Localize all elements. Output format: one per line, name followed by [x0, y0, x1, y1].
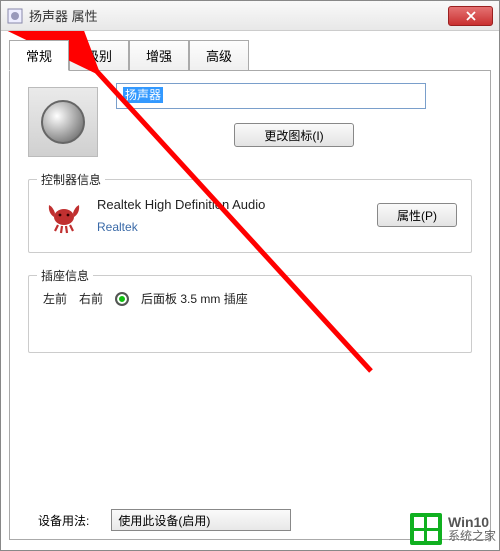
jack-right-front-label: 右前 — [79, 290, 103, 307]
device-usage-select[interactable]: 使用此设备(启用) — [111, 509, 291, 531]
change-icon-button[interactable]: 更改图标(I) — [234, 123, 354, 147]
device-icon — [28, 87, 98, 157]
device-name-text: 扬声器 — [123, 87, 163, 103]
jack-legend: 插座信息 — [37, 267, 93, 284]
jack-info-group: 插座信息 左前 右前 后面板 3.5 mm 插座 — [28, 275, 472, 353]
device-usage-label: 设备用法: — [38, 512, 89, 529]
controller-properties-button[interactable]: 属性(P) — [377, 203, 457, 227]
properties-dialog: 扬声器 属性 常规 级别 增强 高级 扬声器 更改图标(I) — [0, 0, 500, 551]
controller-info-group: 控制器信息 Realtek High Definition — [28, 179, 472, 253]
jack-left-front-label: 左前 — [43, 290, 67, 307]
device-name-input[interactable]: 扬声器 — [116, 83, 426, 109]
tab-general[interactable]: 常规 — [9, 40, 69, 71]
jack-color-indicator — [115, 292, 129, 306]
close-icon — [466, 11, 476, 21]
app-icon — [7, 8, 23, 24]
controller-vendor-link[interactable]: Realtek — [97, 220, 377, 234]
speaker-icon — [41, 100, 85, 144]
tab-panel-general: 扬声器 更改图标(I) 控制器信息 — [9, 70, 491, 540]
realtek-crab-icon — [43, 194, 85, 236]
jack-description: 后面板 3.5 mm 插座 — [141, 290, 248, 307]
controller-name: Realtek High Definition Audio — [97, 197, 377, 212]
tab-enhancements[interactable]: 增强 — [129, 40, 189, 71]
device-usage-row: 设备用法: 使用此设备(启用) — [38, 509, 291, 531]
tab-strip: 常规 级别 增强 高级 — [9, 39, 491, 70]
controller-legend: 控制器信息 — [37, 171, 105, 188]
window-title: 扬声器 属性 — [29, 6, 448, 25]
tab-levels[interactable]: 级别 — [69, 40, 129, 71]
dialog-content: 常规 级别 增强 高级 扬声器 更改图标(I) 控制器信息 — [1, 31, 499, 550]
device-usage-value: 使用此设备(启用) — [118, 512, 210, 529]
tab-advanced[interactable]: 高级 — [189, 40, 249, 71]
titlebar[interactable]: 扬声器 属性 — [1, 1, 499, 31]
close-button[interactable] — [448, 6, 493, 26]
